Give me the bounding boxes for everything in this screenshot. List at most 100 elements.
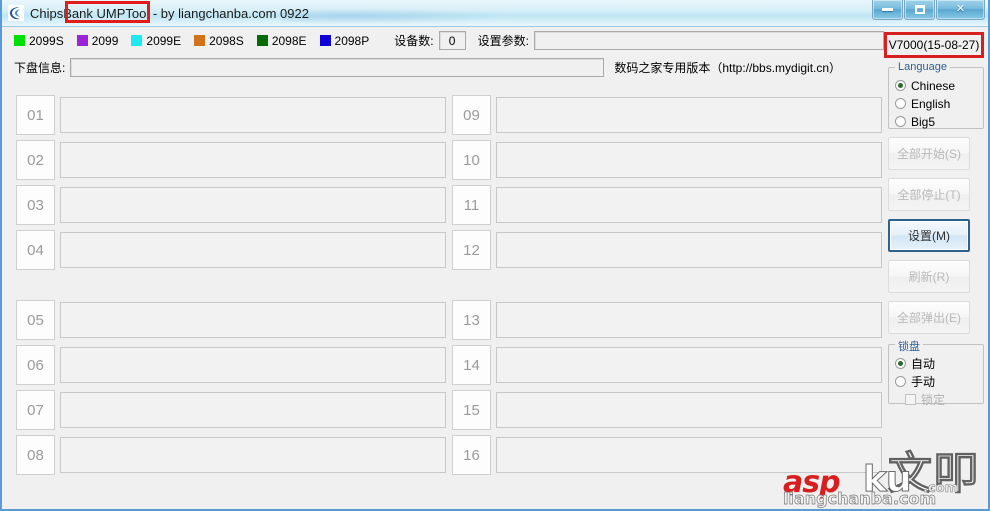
legend-item-2098p: 2098P <box>319 33 370 48</box>
slot-status-09[interactable] <box>496 97 882 133</box>
param-input[interactable] <box>533 31 884 50</box>
radio-on-icon <box>895 80 906 91</box>
chipsbank-logo-icon <box>8 5 24 21</box>
legend-toolbar: 2099S 2099 2099E 2098S 2098E 2098P 设备数: … <box>2 27 988 54</box>
slot-number-11: 11 <box>452 185 491 225</box>
device-count-value: 0 <box>438 31 466 50</box>
window-title: ChipsBank UMPTool - by liangchanba.com 0… <box>30 5 309 21</box>
right-panel: V7000(15-08-27) Language Chinese English… <box>884 32 984 407</box>
lock-disk-group-title: 锁盘 <box>895 338 923 354</box>
language-group: Language Chinese English Big5 <box>888 61 984 130</box>
legend-swatch-2098s <box>194 35 206 46</box>
slot-status-04[interactable] <box>60 232 446 268</box>
watermark-cn-text: 文叩 <box>888 448 980 500</box>
settings-button[interactable]: 设置(M) <box>888 219 970 252</box>
slot-status-13[interactable] <box>496 302 882 338</box>
close-button[interactable]: ✕ <box>936 0 985 20</box>
slot-row[interactable]: 03 <box>16 185 446 225</box>
minimize-icon <box>882 8 893 11</box>
param-label: 设置参数: <box>477 34 529 48</box>
language-group-title: Language <box>895 61 950 73</box>
slot-row[interactable]: 04 <box>16 230 446 270</box>
close-icon: ✕ <box>955 3 966 15</box>
radio-language-big5[interactable]: Big5 <box>895 113 977 130</box>
radio-on-icon <box>895 358 906 369</box>
radio-label-auto: 自动 <box>911 357 936 371</box>
legend-item-2099e: 2099E <box>131 34 181 48</box>
slot-number-08: 08 <box>16 435 55 475</box>
radio-off-icon <box>895 98 906 109</box>
minimize-button[interactable] <box>872 0 903 20</box>
slot-status-07[interactable] <box>60 392 446 428</box>
slot-row[interactable]: 06 <box>16 345 446 385</box>
radio-off-icon <box>895 376 906 387</box>
slot-status-11[interactable] <box>496 187 882 223</box>
slot-number-05: 05 <box>16 300 55 340</box>
slot-status-14[interactable] <box>496 347 882 383</box>
title-bar: ChipsBank UMPTool - by liangchanba.com 0… <box>2 0 988 27</box>
slot-row[interactable]: 02 <box>16 140 446 180</box>
checkbox-lock: 锁定 <box>895 391 977 408</box>
slot-number-02: 02 <box>16 140 55 180</box>
legend-label-2098p: 2098P <box>334 33 370 48</box>
slot-row[interactable]: 05 <box>16 300 446 340</box>
slot-status-02[interactable] <box>60 142 446 178</box>
slot-status-12[interactable] <box>496 232 882 268</box>
radio-language-english[interactable]: English <box>895 95 977 112</box>
lock-disk-group: 锁盘 自动 手动 锁定 <box>888 338 984 407</box>
refresh-button[interactable]: 刷新(R) <box>888 260 970 293</box>
radio-off-icon <box>895 116 906 127</box>
slot-row[interactable]: 13 <box>452 300 882 340</box>
slot-row[interactable]: 10 <box>452 140 882 180</box>
legend-label-2098e: 2098E <box>271 33 307 48</box>
slot-row[interactable]: 11 <box>452 185 882 225</box>
slot-row[interactable]: 08 <box>16 435 446 475</box>
checkbox-unchecked-icon <box>905 394 916 405</box>
legend-swatch-2099 <box>76 35 88 46</box>
legend-label-2098s: 2098S <box>209 33 244 48</box>
watermark-liangchanba-text: liangchanba.com <box>783 489 937 509</box>
slot-row[interactable]: 12 <box>452 230 882 270</box>
slot-number-13: 13 <box>452 300 491 340</box>
slot-number-07: 07 <box>16 390 55 430</box>
disk-info-input[interactable] <box>70 57 605 77</box>
legend-item-2098s: 2098S <box>194 34 244 48</box>
stop-all-button[interactable]: 全部停止(T) <box>888 178 970 211</box>
slot-number-01: 01 <box>16 95 55 135</box>
legend-item-2099: 2099 <box>76 34 118 48</box>
slot-row[interactable]: 09 <box>452 95 882 135</box>
slot-status-16[interactable] <box>496 437 882 473</box>
legend-item-2099s: 2099S <box>14 34 64 48</box>
slot-row[interactable]: 01 <box>16 95 446 135</box>
slot-row[interactable]: 15 <box>452 390 882 430</box>
maximize-button[interactable] <box>904 0 935 20</box>
slot-row[interactable]: 14 <box>452 345 882 385</box>
device-count-label: 设备数: <box>394 34 434 48</box>
slot-status-05[interactable] <box>60 302 446 338</box>
slot-status-03[interactable] <box>60 187 446 223</box>
slot-number-10: 10 <box>452 140 491 180</box>
edition-note: 数码之家专用版本（http://bbs.mydigit.cn） <box>614 60 842 75</box>
slot-status-08[interactable] <box>60 437 446 473</box>
slot-status-01[interactable] <box>60 97 446 133</box>
slot-number-09: 09 <box>452 95 491 135</box>
legend-swatch-2098e <box>256 35 268 46</box>
slot-status-10[interactable] <box>496 142 882 178</box>
legend-swatch-2098p <box>319 35 331 46</box>
radio-lock-auto[interactable]: 自动 <box>895 355 977 372</box>
slot-row[interactable]: 07 <box>16 390 446 430</box>
slot-status-06[interactable] <box>60 347 446 383</box>
legend-item-2098e: 2098E <box>256 33 307 48</box>
eject-all-button[interactable]: 全部弹出(E) <box>888 301 970 334</box>
slot-status-15[interactable] <box>496 392 882 428</box>
slot-number-03: 03 <box>16 185 55 225</box>
radio-label-manual: 手动 <box>911 375 936 389</box>
slot-number-04: 04 <box>16 230 55 270</box>
start-all-button[interactable]: 全部开始(S) <box>888 137 970 170</box>
maximize-icon <box>914 5 925 14</box>
slot-row[interactable]: 16 <box>452 435 882 475</box>
radio-lock-manual[interactable]: 手动 <box>895 373 977 390</box>
radio-language-chinese[interactable]: Chinese <box>895 77 977 94</box>
radio-label-chinese: Chinese <box>911 78 956 93</box>
radio-label-english: English <box>911 96 951 111</box>
